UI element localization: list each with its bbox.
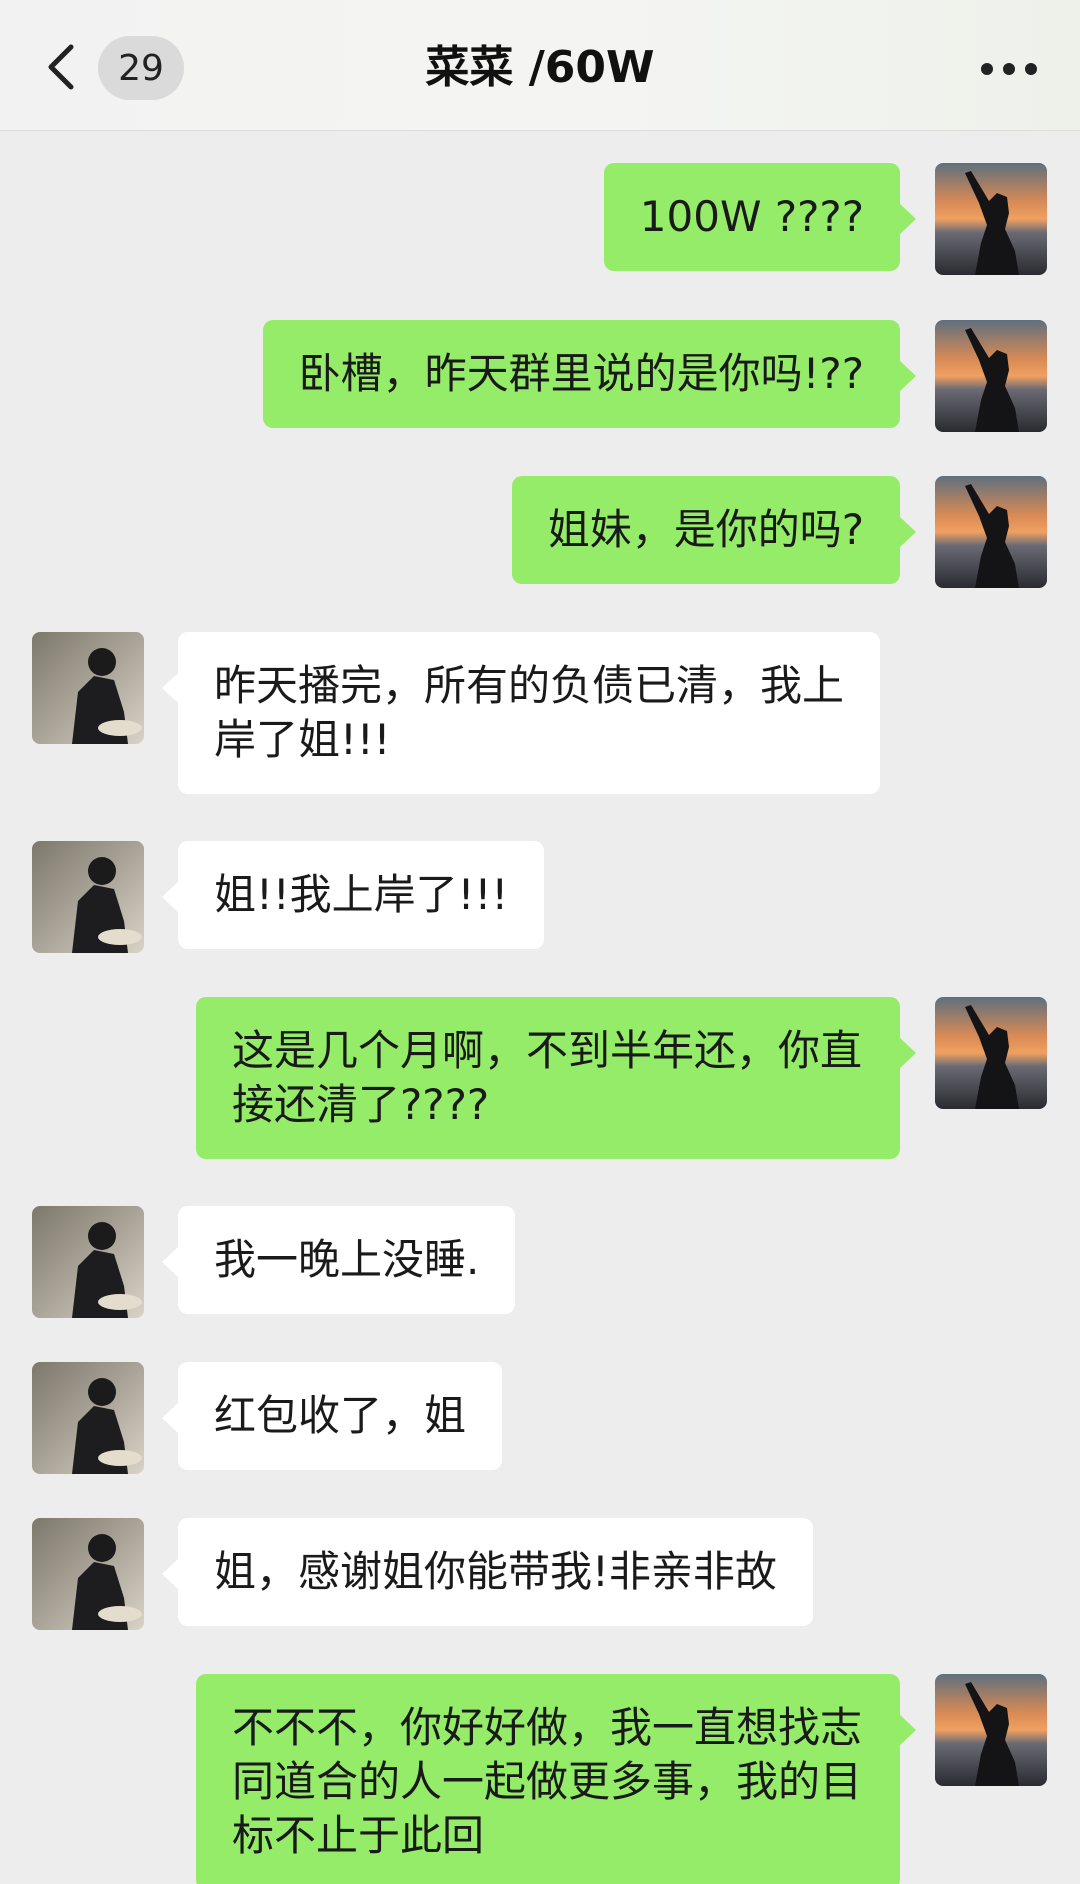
more-dots-icon <box>981 63 1037 75</box>
my-avatar[interactable] <box>935 476 1047 588</box>
message-bubble-sent[interactable]: 不不不，你好好做，我一直想找志同道合的人一起做更多事，我的目标不止于此回 <box>196 1674 916 1884</box>
message-bubble-received[interactable]: 昨天播完，所有的负债已清，我上岸了姐!!! <box>162 632 880 794</box>
chat-screen: 29 菜菜 /60W 100W ???? 卧槽，昨天群里说的是你吗!?? 姐妹，… <box>0 0 1080 1884</box>
message-bubble-sent[interactable]: 卧槽，昨天群里说的是你吗!?? <box>262 320 917 428</box>
chat-header: 29 菜菜 /60W <box>0 0 1080 131</box>
my-avatar[interactable] <box>935 997 1047 1109</box>
contact-avatar[interactable] <box>32 841 144 953</box>
message-bubble-received[interactable]: 姐，感谢姐你能带我!非亲非故 <box>162 1518 813 1626</box>
message-bubble-sent[interactable]: 姐妹，是你的吗? <box>511 476 917 584</box>
message-bubble-sent[interactable]: 这是几个月啊，不到半年还，你直接还清了???? <box>196 997 916 1159</box>
my-avatar[interactable] <box>935 320 1047 432</box>
contact-avatar[interactable] <box>32 632 144 744</box>
message-bubble-received[interactable]: 姐!!我上岸了!!! <box>161 841 545 949</box>
contact-avatar[interactable] <box>32 1362 144 1474</box>
message-bubble-sent[interactable]: 100W ???? <box>603 163 917 271</box>
my-avatar[interactable] <box>935 163 1047 275</box>
unread-count-badge[interactable]: 29 <box>98 36 184 100</box>
contact-avatar[interactable] <box>32 1518 144 1630</box>
contact-avatar[interactable] <box>32 1206 144 1318</box>
my-avatar[interactable] <box>935 1674 1047 1786</box>
message-bubble-received[interactable]: 我一晚上没睡. <box>161 1206 516 1314</box>
back-button[interactable] <box>40 42 80 92</box>
chat-title: 菜菜 /60W <box>425 42 655 93</box>
chevron-left-icon <box>48 44 74 90</box>
message-bubble-received[interactable]: 红包收了，姐 <box>161 1362 503 1470</box>
more-button[interactable] <box>974 44 1044 94</box>
